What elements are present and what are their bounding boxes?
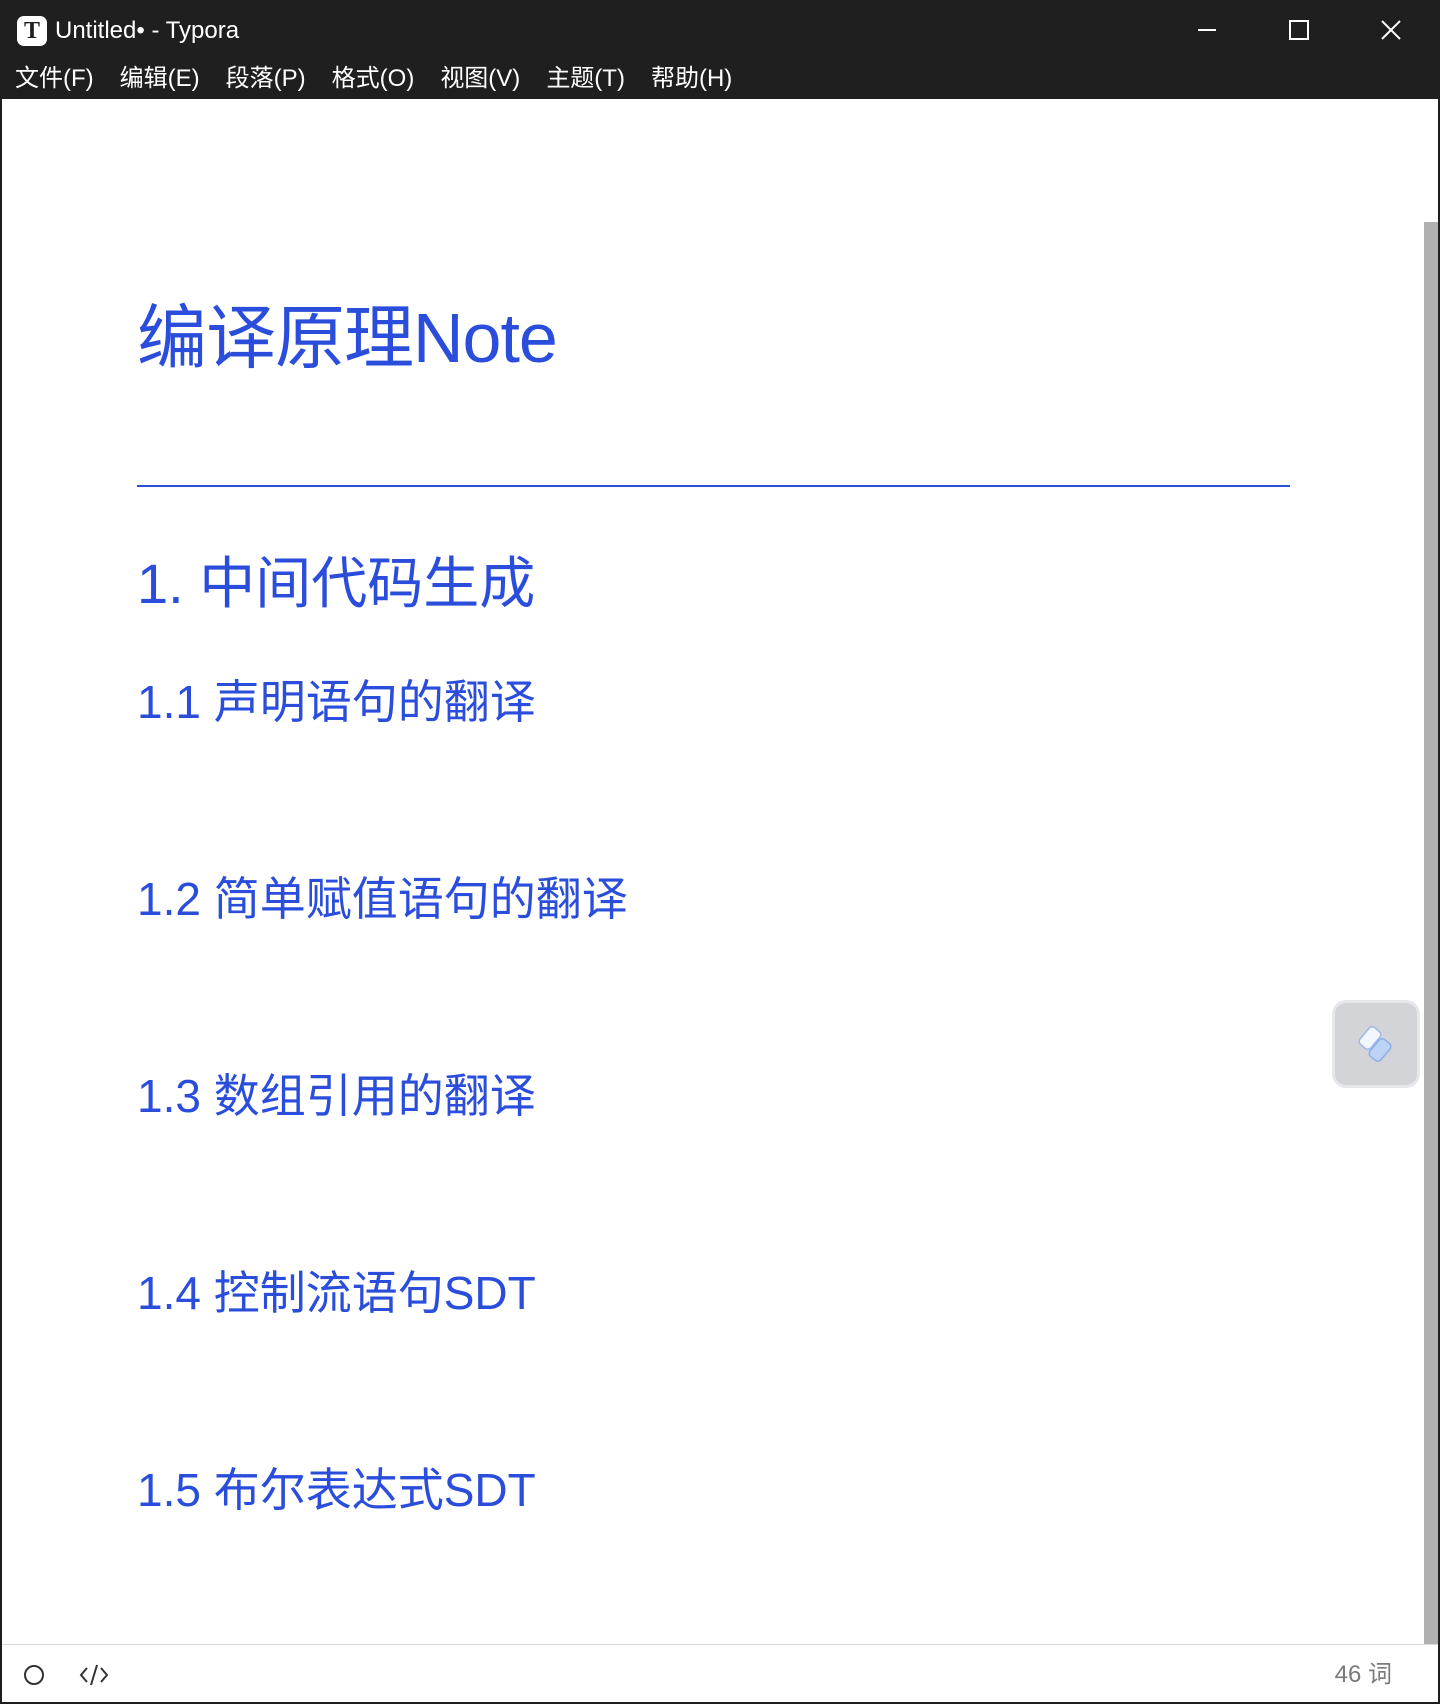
minimize-button[interactable] [1161,2,1253,59]
menu-paragraph[interactable]: 段落(P) [213,59,319,99]
circle-icon [24,1665,44,1685]
window-title: Untitled• - Typora [55,17,240,44]
scrollbar-thumb[interactable] [1424,222,1438,1644]
floating-assistant-button[interactable] [1332,1000,1420,1088]
heading-2-control-flow[interactable]: 1.4 控制流语句SDT [137,1257,536,1323]
maximize-icon [1289,20,1309,40]
document-title[interactable]: 编译原理Note [137,282,558,383]
menu-format[interactable]: 格式(O) [319,59,428,99]
menu-file[interactable]: 文件(F) [2,59,107,99]
close-button[interactable] [1345,2,1437,59]
heading-2-assignment[interactable]: 1.2 简单赋值语句的翻译 [137,863,628,929]
minimize-icon [1198,29,1216,31]
app-window: T Untitled• - Typora 文件(F) 编辑(E) 段落(P) 格… [0,0,1440,1704]
typora-app-icon: T [17,16,47,46]
title-bar[interactable]: T Untitled• - Typora [2,2,1438,59]
status-bar: 46 词 [2,1644,1438,1702]
heading-2-array-reference[interactable]: 1.3 数组引用的翻译 [137,1060,536,1126]
title-divider [137,485,1290,487]
source-code-mode-button[interactable] [78,1659,110,1691]
menu-help[interactable]: 帮助(H) [638,59,745,99]
maximize-button[interactable] [1253,2,1345,59]
code-icon [79,1664,109,1686]
menu-view[interactable]: 视图(V) [427,59,533,99]
close-icon [1381,20,1401,40]
heading-1[interactable]: 1. 中间代码生成 [137,539,535,620]
editor-area[interactable]: 编译原理Note 1. 中间代码生成 1.1 声明语句的翻译 1.2 简单赋值语… [2,99,1420,1644]
heading-2-declarations[interactable]: 1.1 声明语句的翻译 [137,666,536,732]
heading-2-boolean-expression[interactable]: 1.5 布尔表达式SDT [137,1454,536,1520]
lightning-icon [1358,1025,1392,1063]
menu-theme[interactable]: 主题(T) [533,59,638,99]
menu-edit[interactable]: 编辑(E) [107,59,213,99]
menu-bar: 文件(F) 编辑(E) 段落(P) 格式(O) 视图(V) 主题(T) 帮助(H… [2,59,1438,99]
outline-toggle-button[interactable] [20,1661,48,1689]
word-count[interactable]: 46 词 [1335,1659,1392,1691]
